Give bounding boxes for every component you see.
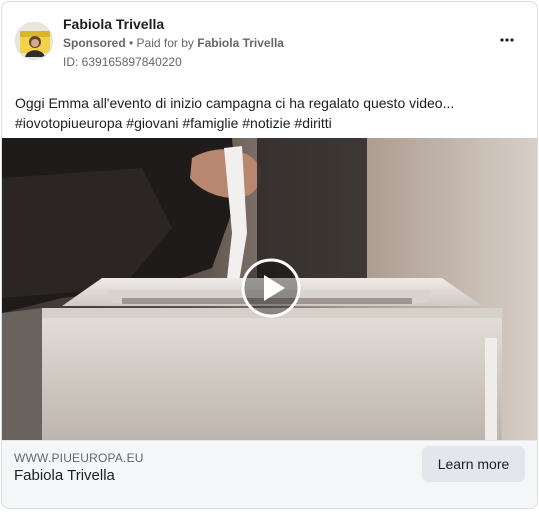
more-options-button[interactable] bbox=[497, 30, 517, 50]
avatar-image bbox=[16, 23, 52, 59]
ad-id: ID: 639165897840220 bbox=[63, 55, 182, 69]
ad-header: Fabiola Trivella Sponsored • Paid for by… bbox=[2, 2, 537, 82]
page-name[interactable]: Fabiola Trivella bbox=[63, 16, 164, 32]
more-horizontal-icon bbox=[500, 38, 514, 42]
video-thumbnail[interactable] bbox=[2, 138, 537, 440]
ad-card: Fabiola Trivella Sponsored • Paid for by… bbox=[1, 1, 538, 509]
link-headline: Fabiola Trivella bbox=[14, 467, 115, 484]
play-icon bbox=[241, 258, 301, 318]
ad-body-text: Oggi Emma all'evento di inizio campagna … bbox=[15, 93, 530, 133]
paid-for-name: Fabiola Trivella bbox=[197, 36, 284, 50]
ad-footer[interactable]: WWW.PIUEUROPA.EU Fabiola Trivella Learn … bbox=[2, 440, 537, 508]
link-domain: WWW.PIUEUROPA.EU bbox=[14, 451, 144, 465]
separator-dot: • bbox=[125, 36, 137, 50]
learn-more-button[interactable]: Learn more bbox=[422, 446, 525, 482]
ad-hashtags[interactable]: #iovotopiueuropa #giovani #famiglie #not… bbox=[15, 113, 530, 133]
paid-for-prefix: Paid for by bbox=[136, 36, 198, 50]
play-button[interactable] bbox=[241, 258, 301, 318]
ad-body-line: Oggi Emma all'evento di inizio campagna … bbox=[15, 95, 455, 111]
sponsored-label: Sponsored bbox=[63, 36, 126, 50]
sponsored-line: Sponsored • Paid for by Fabiola Trivella bbox=[63, 36, 284, 50]
page-avatar[interactable] bbox=[15, 22, 53, 60]
